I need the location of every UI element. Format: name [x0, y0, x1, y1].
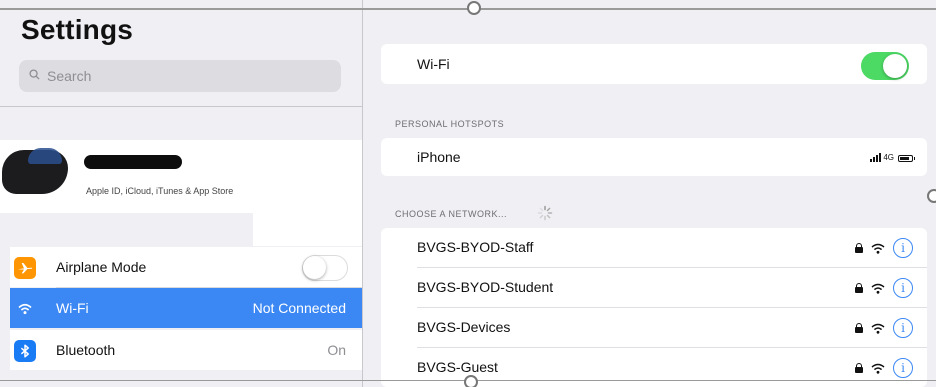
account-name-redacted: ████████ [84, 155, 182, 169]
hotspot-row[interactable]: iPhone 4G [381, 138, 927, 176]
toggle-knob [883, 54, 907, 78]
wifi-toggle-group: Wi-Fi [381, 44, 927, 84]
wifi-status-value: Not Connected [252, 300, 346, 316]
settings-sidebar: Settings Search ████████ Apple ID, iClou… [0, 0, 362, 387]
apple-id-account-row[interactable]: ████████ Apple ID, iCloud, iTunes & App … [0, 140, 362, 213]
page-title: Settings [21, 14, 134, 45]
network-list: BVGS-BYOD-Staff i BVGS-BYOD-Student i BV… [381, 228, 927, 387]
wifi-signal-icon [871, 283, 885, 294]
search-icon [29, 69, 40, 80]
network-row[interactable]: BVGS-BYOD-Student i [381, 268, 927, 308]
section-header-choose-network: CHOOSE A NETWORK... [395, 209, 508, 219]
resize-handle-top[interactable] [467, 1, 481, 15]
search-placeholder: Search [47, 68, 92, 84]
info-button[interactable]: i [893, 278, 913, 298]
wifi-detail-pane: Wi-Fi PERSONAL HOTSPOTS iPhone 4G CHOOSE… [362, 0, 936, 387]
wifi-signal-icon [871, 323, 885, 334]
lock-icon [855, 323, 863, 333]
wifi-signal-icon [871, 243, 885, 254]
network-name: BVGS-Guest [417, 359, 498, 375]
search-field[interactable]: Search [19, 60, 341, 92]
sidebar-item-wifi[interactable]: Wi-Fi Not Connected [10, 288, 362, 328]
network-row[interactable]: BVGS-Guest i [381, 348, 927, 387]
cellular-signal-icon [870, 153, 882, 162]
bluetooth-icon [14, 340, 36, 362]
airplane-mode-toggle[interactable] [302, 255, 348, 281]
info-button[interactable]: i [893, 318, 913, 338]
wifi-label: Wi-Fi [417, 56, 450, 72]
network-name: BVGS-BYOD-Staff [417, 239, 534, 255]
loading-spinner-icon [537, 205, 553, 221]
resize-handle-right[interactable] [927, 189, 936, 203]
hotspot-name: iPhone [417, 149, 461, 165]
network-type: 4G [883, 153, 894, 162]
network-row[interactable]: BVGS-BYOD-Staff i [381, 228, 927, 268]
sidebar-item-label: Wi-Fi [56, 300, 89, 316]
network-name: BVGS-BYOD-Student [417, 279, 554, 295]
sidebar-item-airplane-mode[interactable]: Airplane Mode [10, 247, 362, 287]
battery-icon [898, 155, 915, 162]
hotspot-status: 4G [870, 152, 915, 162]
lock-icon [855, 363, 863, 373]
sidebar-item-label: Airplane Mode [56, 259, 147, 275]
wifi-toggle[interactable] [861, 52, 909, 80]
sidebar-item-bluetooth[interactable]: Bluetooth On [10, 330, 362, 370]
sidebar-item-label: Bluetooth [56, 342, 116, 358]
avatar [2, 148, 68, 194]
network-row[interactable]: BVGS-Devices i [381, 308, 927, 348]
section-header-personal-hotspots: PERSONAL HOTSPOTS [395, 119, 505, 129]
wifi-signal-icon [871, 363, 885, 374]
airplane-icon [14, 257, 36, 279]
lock-icon [855, 243, 863, 253]
divider [0, 106, 362, 107]
resize-handle-bottom[interactable] [464, 375, 478, 387]
bluetooth-status-value: On [327, 342, 346, 358]
info-button[interactable]: i [893, 358, 913, 378]
toggle-knob [303, 256, 326, 279]
wifi-icon [14, 298, 36, 320]
lock-icon [855, 283, 863, 293]
network-name: BVGS-Devices [417, 319, 511, 335]
account-subtitle: Apple ID, iCloud, iTunes & App Store [86, 186, 234, 196]
account-row-spacer [253, 213, 362, 246]
info-button[interactable]: i [893, 238, 913, 258]
